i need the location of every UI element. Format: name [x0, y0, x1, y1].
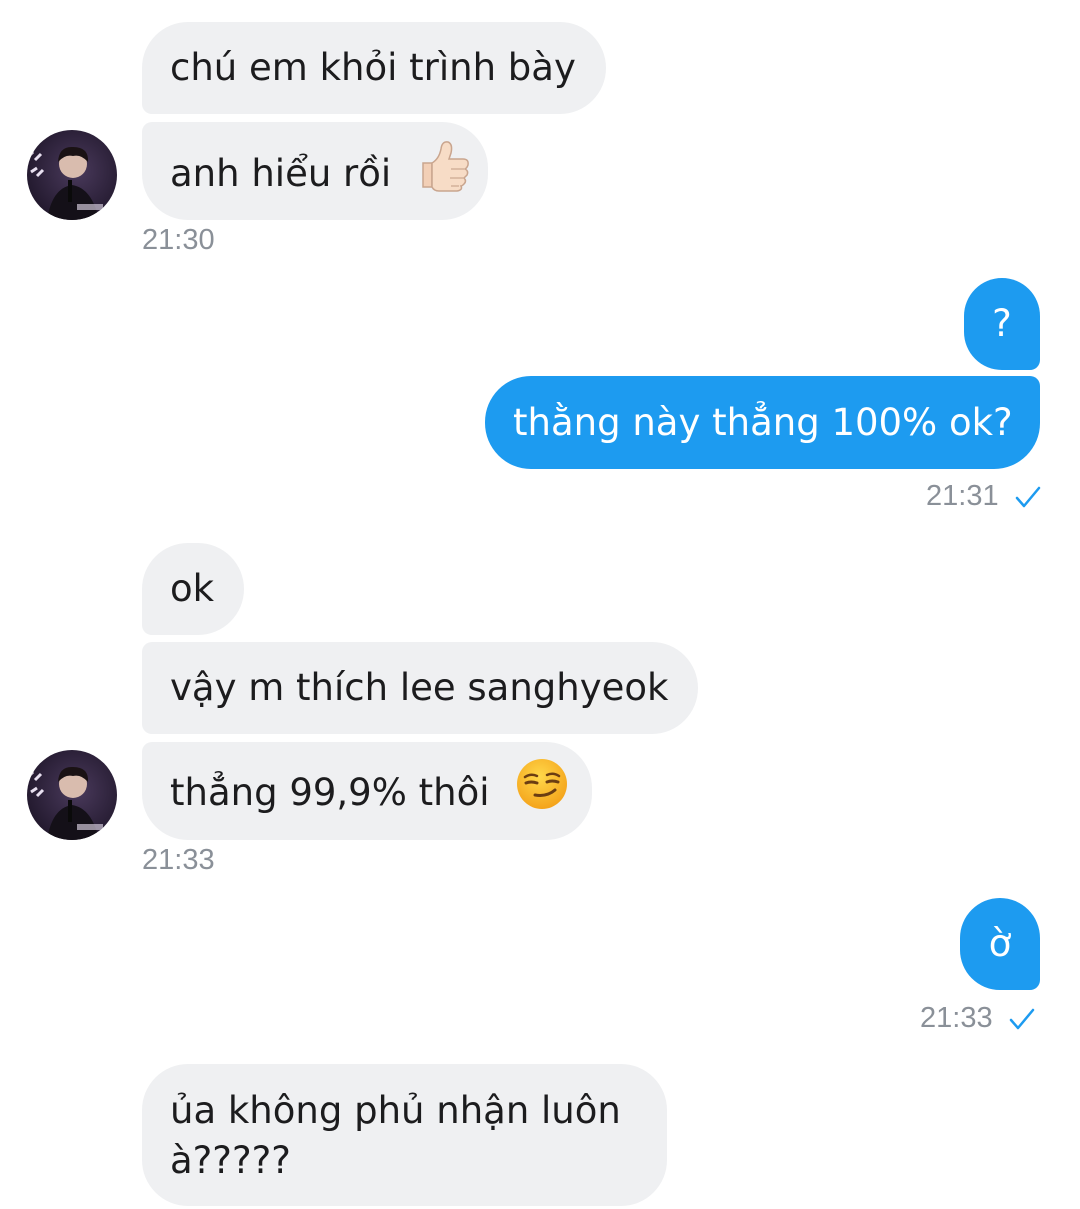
read-check-icon: [1015, 487, 1040, 508]
message-text: ờ: [988, 922, 1012, 965]
message-bubble-incoming[interactable]: anh hiểu rồi: [142, 122, 488, 220]
timestamp-text: 21:31: [926, 480, 999, 512]
message-text: ok: [170, 567, 215, 610]
message-timestamp: 21:33: [920, 1000, 1035, 1036]
message-bubble-outgoing[interactable]: thằng này thẳng 100% ok?: [485, 376, 1040, 469]
message-bubble-incoming[interactable]: vậy m thích lee sanghyeok: [142, 642, 698, 734]
message-timestamp: 21:33: [142, 844, 215, 876]
timestamp-text: 21:33: [920, 1002, 993, 1034]
message-timestamp: 21:30: [142, 224, 215, 256]
message-text: ?: [992, 302, 1012, 345]
smirking-face-icon: [515, 757, 569, 824]
message-bubble-incoming[interactable]: chú em khỏi trình bày: [142, 22, 606, 114]
avatar[interactable]: [27, 130, 117, 220]
message-text-line: à?????: [170, 1139, 291, 1182]
avatar-photo: [27, 130, 117, 220]
read-check-icon: [1009, 1009, 1034, 1030]
avatar[interactable]: [27, 750, 117, 840]
message-text: thẳng 99,9% thôi: [170, 771, 490, 814]
thumbs-up-icon: [417, 137, 473, 206]
message-bubble-incoming[interactable]: thẳng 99,9% thôi: [142, 742, 592, 840]
message-text-line: ủa không phủ nhận luôn: [170, 1089, 621, 1132]
message-timestamp: 21:31: [926, 478, 1041, 514]
message-bubble-outgoing[interactable]: ờ: [960, 898, 1040, 990]
message-bubble-incoming[interactable]: ủa không phủ nhận luôn à?????: [142, 1064, 667, 1206]
message-text: vậy m thích lee sanghyeok: [170, 666, 669, 709]
message-text: anh hiểu rồi: [170, 152, 392, 195]
message-bubble-incoming[interactable]: ok: [142, 543, 244, 635]
message-text: chú em khỏi trình bày: [170, 46, 576, 89]
message-bubble-outgoing[interactable]: ?: [964, 278, 1040, 370]
avatar-photo: [27, 750, 117, 840]
message-text: thằng này thẳng 100% ok?: [513, 401, 1013, 444]
